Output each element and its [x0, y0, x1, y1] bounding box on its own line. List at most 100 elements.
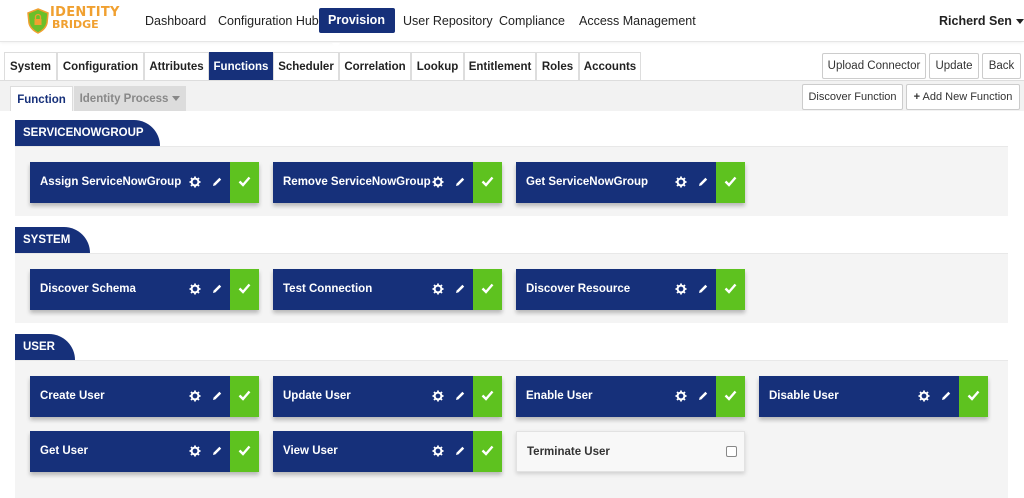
shield-logo-icon [27, 8, 49, 34]
logo-text: IDENTITY BRIDGE [50, 6, 120, 31]
enabled-toggle[interactable] [959, 376, 988, 417]
section-panel-servicenowgroup: Assign ServiceNowGroup Remove ServiceNow… [15, 146, 1008, 216]
pencil-icon[interactable] [697, 283, 709, 295]
enabled-toggle[interactable] [230, 376, 259, 417]
nav-configuration-hub[interactable]: Configuration Hub [218, 0, 319, 42]
function-label: View User [283, 445, 338, 457]
subtab-identity-process-label: Identity Process [79, 93, 169, 105]
function-card[interactable]: Enable User [516, 376, 745, 417]
tab-configuration[interactable]: Configuration [57, 52, 144, 80]
pencil-icon[interactable] [454, 283, 466, 295]
gear-icon[interactable] [189, 176, 201, 188]
enabled-toggle[interactable] [230, 162, 259, 203]
back-button[interactable]: Back [982, 53, 1021, 79]
check-icon [238, 390, 251, 401]
user-menu[interactable]: Richerd Sen [939, 0, 1024, 42]
add-new-function-label: Add New Function [922, 91, 1013, 103]
gear-icon[interactable] [675, 283, 687, 295]
section-panel-system: Discover Schema Test Connection Discover… [15, 253, 1008, 323]
gear-icon[interactable] [675, 390, 687, 402]
gear-icon[interactable] [189, 390, 201, 402]
function-label: Assign ServiceNowGroup [40, 176, 182, 188]
caret-down-icon [172, 96, 181, 102]
pencil-icon[interactable] [211, 176, 223, 188]
pencil-icon[interactable] [697, 390, 709, 402]
logo-line-2: BRIDGE [52, 18, 99, 31]
function-card[interactable]: Update User [273, 376, 502, 417]
pencil-icon[interactable] [211, 390, 223, 402]
upload-connector-button[interactable]: Upload Connector [822, 53, 926, 79]
plus-icon: + [913, 91, 921, 103]
function-label: Enable User [526, 390, 593, 402]
enabled-toggle[interactable] [473, 162, 502, 203]
section-title-system: SYSTEM [15, 227, 90, 253]
enabled-toggle[interactable] [230, 431, 259, 472]
function-card[interactable]: Discover Resource [516, 269, 745, 310]
enabled-toggle[interactable] [473, 376, 502, 417]
update-button[interactable]: Update [929, 53, 979, 79]
enabled-toggle[interactable] [716, 376, 745, 417]
function-label: Discover Resource [526, 283, 631, 295]
enabled-toggle[interactable] [716, 162, 745, 203]
tab-lookup[interactable]: Lookup [411, 52, 464, 80]
nav-dashboard[interactable]: Dashboard [145, 0, 206, 42]
identity-bridge-logo[interactable]: IDENTITY BRIDGE [26, 6, 122, 36]
check-icon [481, 390, 494, 401]
pencil-icon[interactable] [697, 176, 709, 188]
pencil-icon[interactable] [454, 445, 466, 457]
tab-entitlement[interactable]: Entitlement [464, 52, 536, 80]
check-icon [724, 176, 737, 187]
nav-provision-dropdown[interactable]: Provision [319, 8, 395, 49]
gear-icon[interactable] [189, 445, 201, 457]
tab-system[interactable]: System [4, 52, 57, 80]
function-card[interactable]: Get User [30, 431, 259, 472]
tab-attributes[interactable]: Attributes [144, 52, 209, 80]
section-panel-user: Create User Update User Enable User Disa… [15, 360, 1008, 498]
gear-icon[interactable] [918, 390, 930, 402]
nav-user-repository[interactable]: User Repository [403, 0, 493, 42]
gear-icon[interactable] [432, 176, 444, 188]
check-icon [481, 176, 494, 187]
caret-down-icon [332, 43, 340, 49]
pencil-icon[interactable] [454, 176, 466, 188]
check-icon [967, 390, 980, 401]
function-card[interactable]: Create User [30, 376, 259, 417]
gear-icon[interactable] [432, 283, 444, 295]
pencil-icon[interactable] [211, 283, 223, 295]
tab-correlation[interactable]: Correlation [339, 52, 411, 80]
tab-roles[interactable]: Roles [536, 52, 579, 80]
function-card[interactable]: Test Connection [273, 269, 502, 310]
function-card[interactable]: Discover Schema [30, 269, 259, 310]
function-card[interactable]: View User [273, 431, 502, 472]
nav-compliance[interactable]: Compliance [499, 0, 565, 42]
subtab-identity-process[interactable]: Identity Process [74, 86, 186, 112]
gear-icon[interactable] [675, 176, 687, 188]
tab-accounts[interactable]: Accounts [579, 52, 641, 80]
discover-function-button[interactable]: Discover Function [802, 84, 903, 110]
function-card[interactable]: Assign ServiceNowGroup [30, 162, 259, 203]
function-card-disabled[interactable]: Terminate User [516, 431, 745, 472]
enabled-toggle[interactable] [473, 269, 502, 310]
function-label: Update User [283, 390, 351, 402]
enabled-toggle[interactable] [230, 269, 259, 310]
gear-icon[interactable] [189, 283, 201, 295]
gear-icon[interactable] [432, 445, 444, 457]
function-card[interactable]: Remove ServiceNowGroup [273, 162, 502, 203]
pencil-icon[interactable] [211, 445, 223, 457]
function-card[interactable]: Disable User [759, 376, 988, 417]
pencil-icon[interactable] [940, 390, 952, 402]
function-label: Terminate User [527, 446, 610, 458]
enable-checkbox[interactable] [726, 446, 737, 457]
function-label: Remove ServiceNowGroup [283, 176, 431, 188]
add-new-function-button[interactable]: + Add New Function [906, 84, 1020, 110]
nav-access-management[interactable]: Access Management [579, 0, 696, 42]
function-card[interactable]: Get ServiceNowGroup [516, 162, 745, 203]
enabled-toggle[interactable] [716, 269, 745, 310]
tab-functions[interactable]: Functions [209, 52, 273, 80]
pencil-icon[interactable] [454, 390, 466, 402]
tab-scheduler[interactable]: Scheduler [273, 52, 339, 80]
subtab-function[interactable]: Function [10, 86, 73, 112]
enabled-toggle[interactable] [473, 431, 502, 472]
gear-icon[interactable] [432, 390, 444, 402]
function-label: Get User [40, 445, 88, 457]
